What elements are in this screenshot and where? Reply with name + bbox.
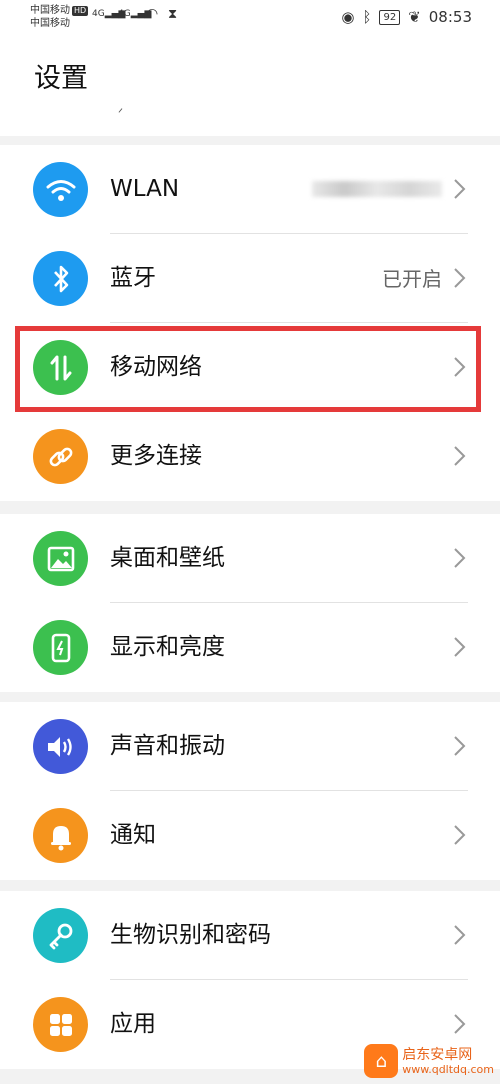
hourglass-icon: ⧗ <box>168 7 178 22</box>
bluetooth-status-value: 已开启 <box>382 267 442 291</box>
net-type-2: 4G <box>118 9 131 19</box>
wallpaper-icon <box>33 531 88 586</box>
row-label: 显示和亮度 <box>110 634 225 660</box>
settings-header: 设置 ᐟ <box>0 36 500 136</box>
row-label: WLAN <box>110 176 180 202</box>
page-title: 设置 <box>34 63 88 94</box>
sound-icon <box>33 719 88 774</box>
row-label: 桌面和壁纸 <box>110 545 225 571</box>
watermark-name: 启东安卓网 <box>402 1046 473 1063</box>
clock: 08:53 <box>428 8 472 26</box>
eye-icon: ◉ <box>341 8 355 26</box>
watermark-url: www.qdltdq.com <box>402 1062 494 1076</box>
row-label: 生物识别和密码 <box>110 922 271 948</box>
apps-icon <box>33 997 88 1052</box>
row-bluetooth[interactable]: 蓝牙 已开启 <box>0 234 500 323</box>
row-label: 蓝牙 <box>110 265 156 291</box>
key-icon <box>33 908 88 963</box>
row-display-brightness[interactable]: 显示和亮度 <box>0 603 500 692</box>
chevron-right-icon <box>454 637 466 657</box>
carrier-info: 中国移动 HD 中国移动 <box>30 4 89 30</box>
bell-icon <box>33 808 88 863</box>
status-right: ◉ ᛒ 92 ❦ 08:53 <box>341 8 472 26</box>
row-wallpaper[interactable]: 桌面和壁纸 <box>0 514 500 603</box>
chevron-right-icon <box>454 268 466 288</box>
wifi-status-icon: ◠ <box>146 6 159 22</box>
row-wlan[interactable]: WLAN <box>0 145 500 234</box>
leaf-icon: ❦ <box>408 8 421 26</box>
row-more-connections[interactable]: 更多连接 <box>0 412 500 501</box>
group-security-apps: 生物识别和密码 应用 <box>0 891 500 1069</box>
group-sound: 声音和振动 通知 <box>0 702 500 880</box>
wifi-icon <box>33 162 88 217</box>
row-biometrics-password[interactable]: 生物识别和密码 <box>0 891 500 980</box>
chevron-right-icon <box>454 548 466 568</box>
net-type-1: 4G <box>92 9 105 19</box>
group-display: 桌面和壁纸 显示和亮度 <box>0 514 500 692</box>
search-hint-fragment: ᐟ <box>118 106 124 120</box>
carrier-2: 中国移动 <box>30 18 70 29</box>
bluetooth-status-icon: ᛒ <box>362 8 372 26</box>
bluetooth-icon <box>33 251 88 306</box>
site-watermark: ⌂ 启东安卓网 www.qdltdq.com <box>364 1044 494 1078</box>
chevron-right-icon <box>454 736 466 756</box>
group-connectivity: WLAN 蓝牙 已开启 移动网络 更多连接 <box>0 145 500 501</box>
wlan-network-name-blurred <box>312 181 442 197</box>
highlight-box <box>15 326 481 412</box>
chevron-right-icon <box>454 446 466 466</box>
watermark-logo-icon: ⌂ <box>364 1044 399 1078</box>
row-label: 应用 <box>110 1011 156 1037</box>
row-notifications[interactable]: 通知 <box>0 791 500 880</box>
battery-level: 92 <box>379 9 401 25</box>
row-label: 通知 <box>110 822 156 848</box>
row-sound-vibration[interactable]: 声音和振动 <box>0 702 500 791</box>
display-icon <box>33 620 88 675</box>
status-bar: 中国移动 HD 中国移动 4G▂▄▆ 4G▂▄▆ ◠ ⧗ ◉ ᛒ 92 ❦ 08:… <box>0 0 500 36</box>
carrier-1: 中国移动 <box>30 5 70 16</box>
hd-badge: HD <box>72 6 89 16</box>
link-icon <box>33 429 88 484</box>
chevron-right-icon <box>454 179 466 199</box>
chevron-right-icon <box>454 925 466 945</box>
chevron-right-icon <box>454 825 466 845</box>
chevron-right-icon <box>454 1014 466 1034</box>
row-label: 更多连接 <box>110 443 202 469</box>
row-label: 声音和振动 <box>110 733 225 759</box>
